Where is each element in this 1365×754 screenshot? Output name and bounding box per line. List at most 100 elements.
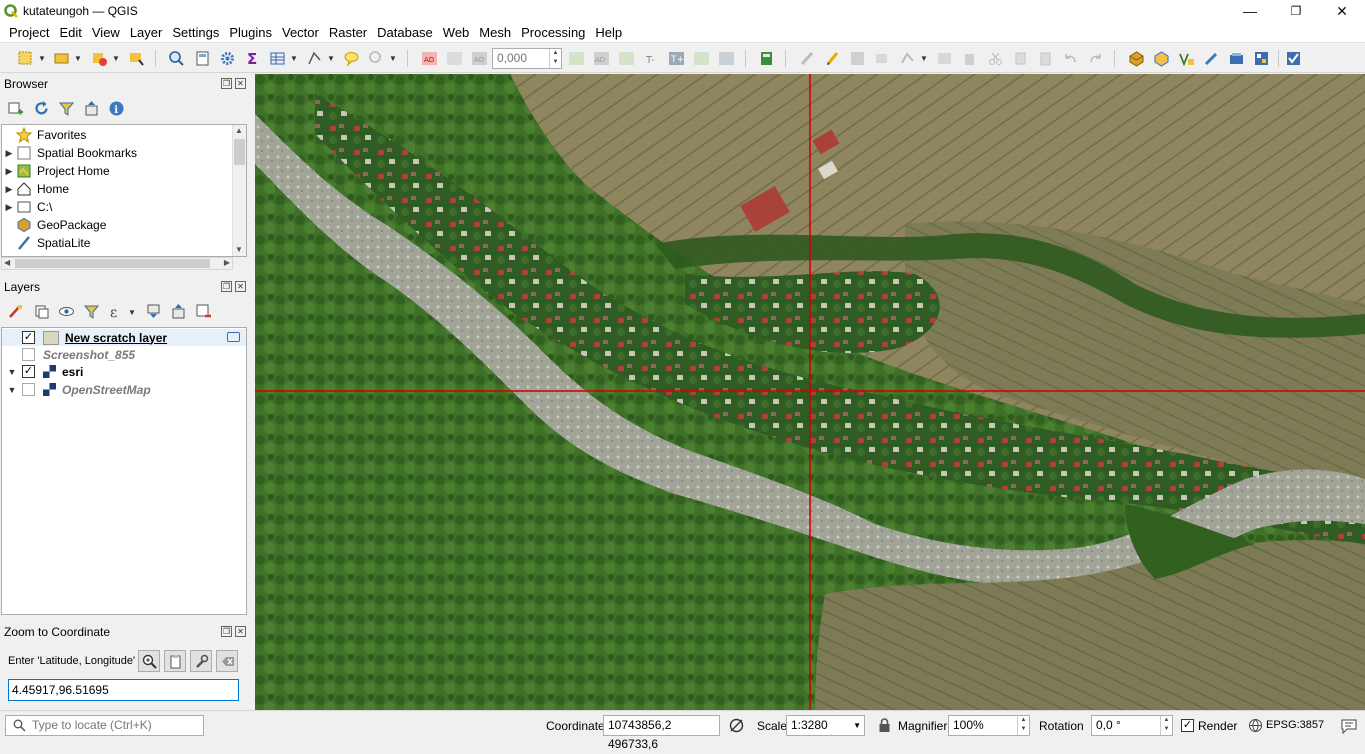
copy-coordinate-button[interactable]: [164, 650, 186, 672]
zoom-tool-button[interactable]: [367, 49, 385, 67]
label-pin-button[interactable]: [445, 49, 463, 67]
new-shapefile-button[interactable]: [1152, 49, 1170, 67]
menu-plugins[interactable]: Plugins: [224, 22, 277, 43]
messages-icon[interactable]: [1340, 717, 1358, 735]
spin-arrows-icon[interactable]: ▲ ▼: [549, 49, 561, 68]
text-edit-button[interactable]: T+: [667, 49, 685, 67]
undo-button[interactable]: [1061, 49, 1079, 67]
label-button[interactable]: AD: [420, 49, 438, 67]
statistics-button[interactable]: Σ: [243, 49, 261, 67]
menu-database[interactable]: Database: [372, 22, 438, 43]
new-virtual-layer-button[interactable]: [1202, 49, 1220, 67]
menu-web[interactable]: Web: [438, 22, 475, 43]
expand-all-button[interactable]: [144, 302, 162, 320]
measure-line-button[interactable]: [305, 49, 323, 67]
chevron-right-icon[interactable]: ▶: [2, 166, 16, 177]
modify-attributes-button[interactable]: [935, 49, 953, 67]
open-table-button[interactable]: [268, 49, 286, 67]
scroll-right-icon[interactable]: ▶: [224, 258, 230, 267]
embedded-widget-icon[interactable]: [227, 332, 240, 342]
menu-view[interactable]: View: [87, 22, 125, 43]
maximize-button[interactable]: ❐: [1273, 0, 1319, 22]
select-features-button[interactable]: [16, 49, 34, 67]
float-panel-button[interactable]: ❐: [221, 626, 232, 637]
browser-item-home[interactable]: ▶ Home: [2, 180, 234, 198]
layer-row-screenshot[interactable]: Screenshot_855: [2, 346, 246, 363]
scroll-left-icon[interactable]: ◀: [4, 258, 10, 267]
magnifier-spinbox[interactable]: 100% ▲ ▼: [948, 715, 1030, 736]
menu-edit[interactable]: Edit: [54, 22, 86, 43]
scroll-down-icon[interactable]: ▼: [235, 245, 243, 254]
close-panel-button[interactable]: ✕: [235, 626, 246, 637]
style-layer-button[interactable]: [6, 302, 24, 320]
label-show-button[interactable]: AD: [592, 49, 610, 67]
chevron-down-icon[interactable]: ▼: [2, 385, 22, 395]
paste-button[interactable]: [1036, 49, 1054, 67]
float-panel-button[interactable]: ❐: [221, 281, 232, 292]
deselect-button[interactable]: [90, 49, 108, 67]
add-raster-button[interactable]: [1227, 49, 1245, 67]
delete-selected-button[interactable]: [960, 49, 978, 67]
minimize-button[interactable]: —: [1227, 0, 1273, 22]
settings-button[interactable]: [218, 49, 236, 67]
chevron-down-icon[interactable]: ▼: [112, 54, 120, 63]
chevron-down-icon[interactable]: ▼: [128, 308, 136, 317]
copy-button[interactable]: [1011, 49, 1029, 67]
locator-search-input[interactable]: Type to locate (Ctrl+K): [5, 715, 204, 736]
label-move2-button[interactable]: [692, 49, 710, 67]
lock-icon[interactable]: [878, 718, 891, 733]
browser-item-spatialite[interactable]: SpatiaLite: [2, 234, 234, 252]
clear-coordinate-button[interactable]: [216, 650, 238, 672]
close-panel-button[interactable]: ✕: [235, 281, 246, 292]
properties-button[interactable]: i: [107, 99, 125, 117]
identify-button[interactable]: [167, 49, 185, 67]
menu-raster[interactable]: Raster: [324, 22, 372, 43]
scrollbar-thumb[interactable]: [234, 139, 245, 165]
coordinate-field[interactable]: 10743856,2 496733,6: [603, 715, 720, 751]
collapse-all-button[interactable]: [82, 99, 100, 117]
redo-button[interactable]: [1086, 49, 1104, 67]
new-spatialite-button[interactable]: [1177, 49, 1195, 67]
menu-help[interactable]: Help: [590, 22, 627, 43]
close-button[interactable]: ✕: [1319, 0, 1365, 22]
manage-visibility-button[interactable]: [57, 302, 75, 320]
browser-horizontal-scrollbar[interactable]: ◀ ▶: [1, 257, 233, 270]
chevron-down-icon[interactable]: ▼: [2, 367, 22, 377]
menu-settings[interactable]: Settings: [167, 22, 224, 43]
browser-vertical-scrollbar[interactable]: ▲ ▼: [232, 125, 246, 256]
layer-row-new-scratch-layer[interactable]: ✓ New scratch layer: [2, 329, 246, 346]
new-geopackage-button[interactable]: [1127, 49, 1145, 67]
layer-visibility-checkbox[interactable]: ✓: [22, 331, 35, 344]
chevron-down-icon[interactable]: ▼: [389, 54, 397, 63]
scrollbar-thumb[interactable]: [15, 259, 210, 268]
menu-vector[interactable]: Vector: [277, 22, 324, 43]
menu-mesh[interactable]: Mesh: [474, 22, 516, 43]
filter-legend-button[interactable]: [82, 302, 100, 320]
save-layer-button[interactable]: [848, 49, 866, 67]
chevron-down-icon[interactable]: ▼: [853, 716, 861, 735]
map-tips-button[interactable]: [342, 49, 360, 67]
chevron-down-icon[interactable]: ▼: [327, 54, 335, 63]
label-change-button[interactable]: [617, 49, 635, 67]
vertex-tool-button[interactable]: [898, 49, 916, 67]
plugin-button[interactable]: [1284, 49, 1302, 67]
chevron-right-icon[interactable]: ▶: [2, 202, 16, 213]
refresh-button[interactable]: [32, 99, 50, 117]
spin-arrows-icon[interactable]: ▲ ▼: [1160, 716, 1172, 735]
menu-project[interactable]: Project: [4, 22, 54, 43]
rotation-spinbox[interactable]: 0,000 ▲ ▼: [492, 48, 562, 69]
attribute-table-button[interactable]: [52, 49, 70, 67]
render-checkbox[interactable]: ✓: [1181, 719, 1194, 732]
menu-processing[interactable]: Processing: [516, 22, 590, 43]
browser-item-favorites[interactable]: Favorites: [2, 126, 234, 144]
label-rotate-button[interactable]: [717, 49, 735, 67]
toggle-extents-icon[interactable]: [728, 717, 745, 734]
chevron-right-icon[interactable]: ▶: [2, 148, 16, 159]
crs-button[interactable]: EPSG:3857: [1266, 719, 1324, 731]
label-properties-button[interactable]: [567, 49, 585, 67]
close-panel-button[interactable]: ✕: [235, 78, 246, 89]
browser-item-spatial-bookmarks[interactable]: ▶ Spatial Bookmarks: [2, 144, 234, 162]
save-edits-button[interactable]: [757, 49, 775, 67]
remove-layer-button[interactable]: [194, 302, 212, 320]
filter-button[interactable]: [57, 99, 75, 117]
